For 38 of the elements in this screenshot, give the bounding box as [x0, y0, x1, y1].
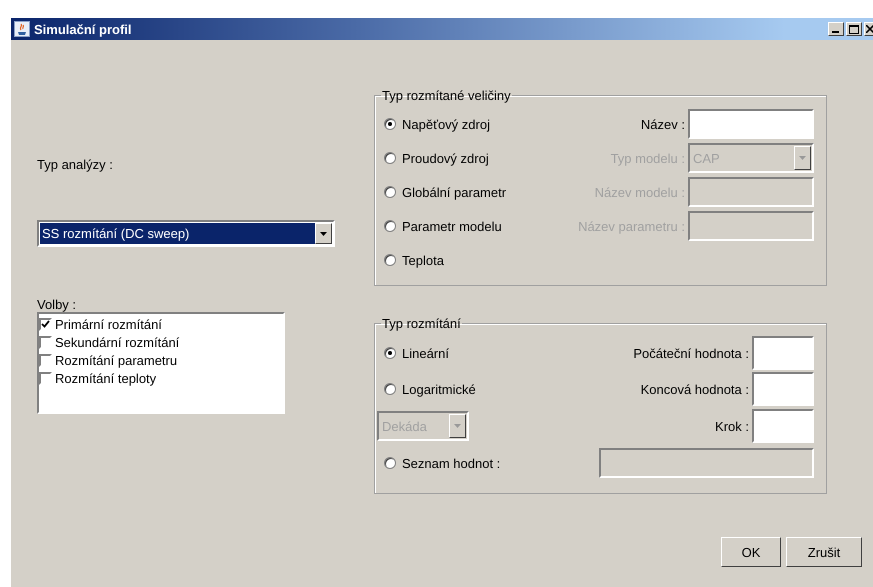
radio-option[interactable]: Globální parametr	[384, 184, 506, 200]
text-field[interactable]	[752, 409, 814, 443]
option-label: Sekundární rozmítání	[55, 334, 180, 350]
app-icon	[14, 21, 30, 37]
option-label: Rozmítání parametru	[55, 352, 178, 368]
dialog-button[interactable]: Zrušit	[786, 537, 862, 567]
radio-option[interactable]: Logaritmické	[384, 382, 476, 396]
options-label: Volby :	[37, 297, 78, 312]
text-field[interactable]	[752, 336, 814, 370]
radio-option[interactable]: Seznam hodnot :	[384, 456, 500, 470]
radio-option[interactable]: Napěťový zdroj	[384, 116, 490, 132]
dropdown-button[interactable]	[315, 223, 332, 244]
field-label: Krok :	[714, 418, 749, 434]
close-button[interactable]	[864, 22, 873, 36]
field-label: Název :	[640, 116, 685, 132]
radio-option[interactable]: Parametr modelu	[384, 218, 502, 234]
maximize-icon	[849, 24, 859, 34]
radio-option[interactable]: Teplota	[384, 252, 444, 268]
caret-icon	[799, 156, 806, 160]
maximize-button[interactable]	[846, 22, 862, 36]
group-title: Typ rozmítané veličiny	[381, 88, 512, 103]
window-title: Simulační profil	[34, 22, 133, 36]
analysis-label: Typ analýzy :	[37, 157, 114, 172]
text-field[interactable]	[688, 109, 814, 139]
text-field[interactable]	[752, 372, 814, 406]
radio-option[interactable]: Lineární	[384, 346, 449, 360]
caret-icon	[454, 424, 461, 428]
radio-option[interactable]: Proudový zdroj	[384, 150, 489, 166]
close-icon	[866, 25, 872, 33]
caret-icon	[320, 232, 327, 236]
analysis-dropdown[interactable]: SS rozmítání (DC sweep)	[37, 220, 335, 247]
field-label: Počáteční hodnota :	[632, 346, 749, 360]
option-label: Rozmítání teploty	[55, 370, 156, 386]
group-title: Typ rozmítání	[381, 316, 462, 331]
dialog-button[interactable]: OK	[721, 537, 781, 567]
option-label: Primární rozmítání	[55, 316, 162, 332]
field-label: Koncová hodnota :	[640, 382, 749, 396]
minimize-button[interactable]	[828, 22, 844, 36]
